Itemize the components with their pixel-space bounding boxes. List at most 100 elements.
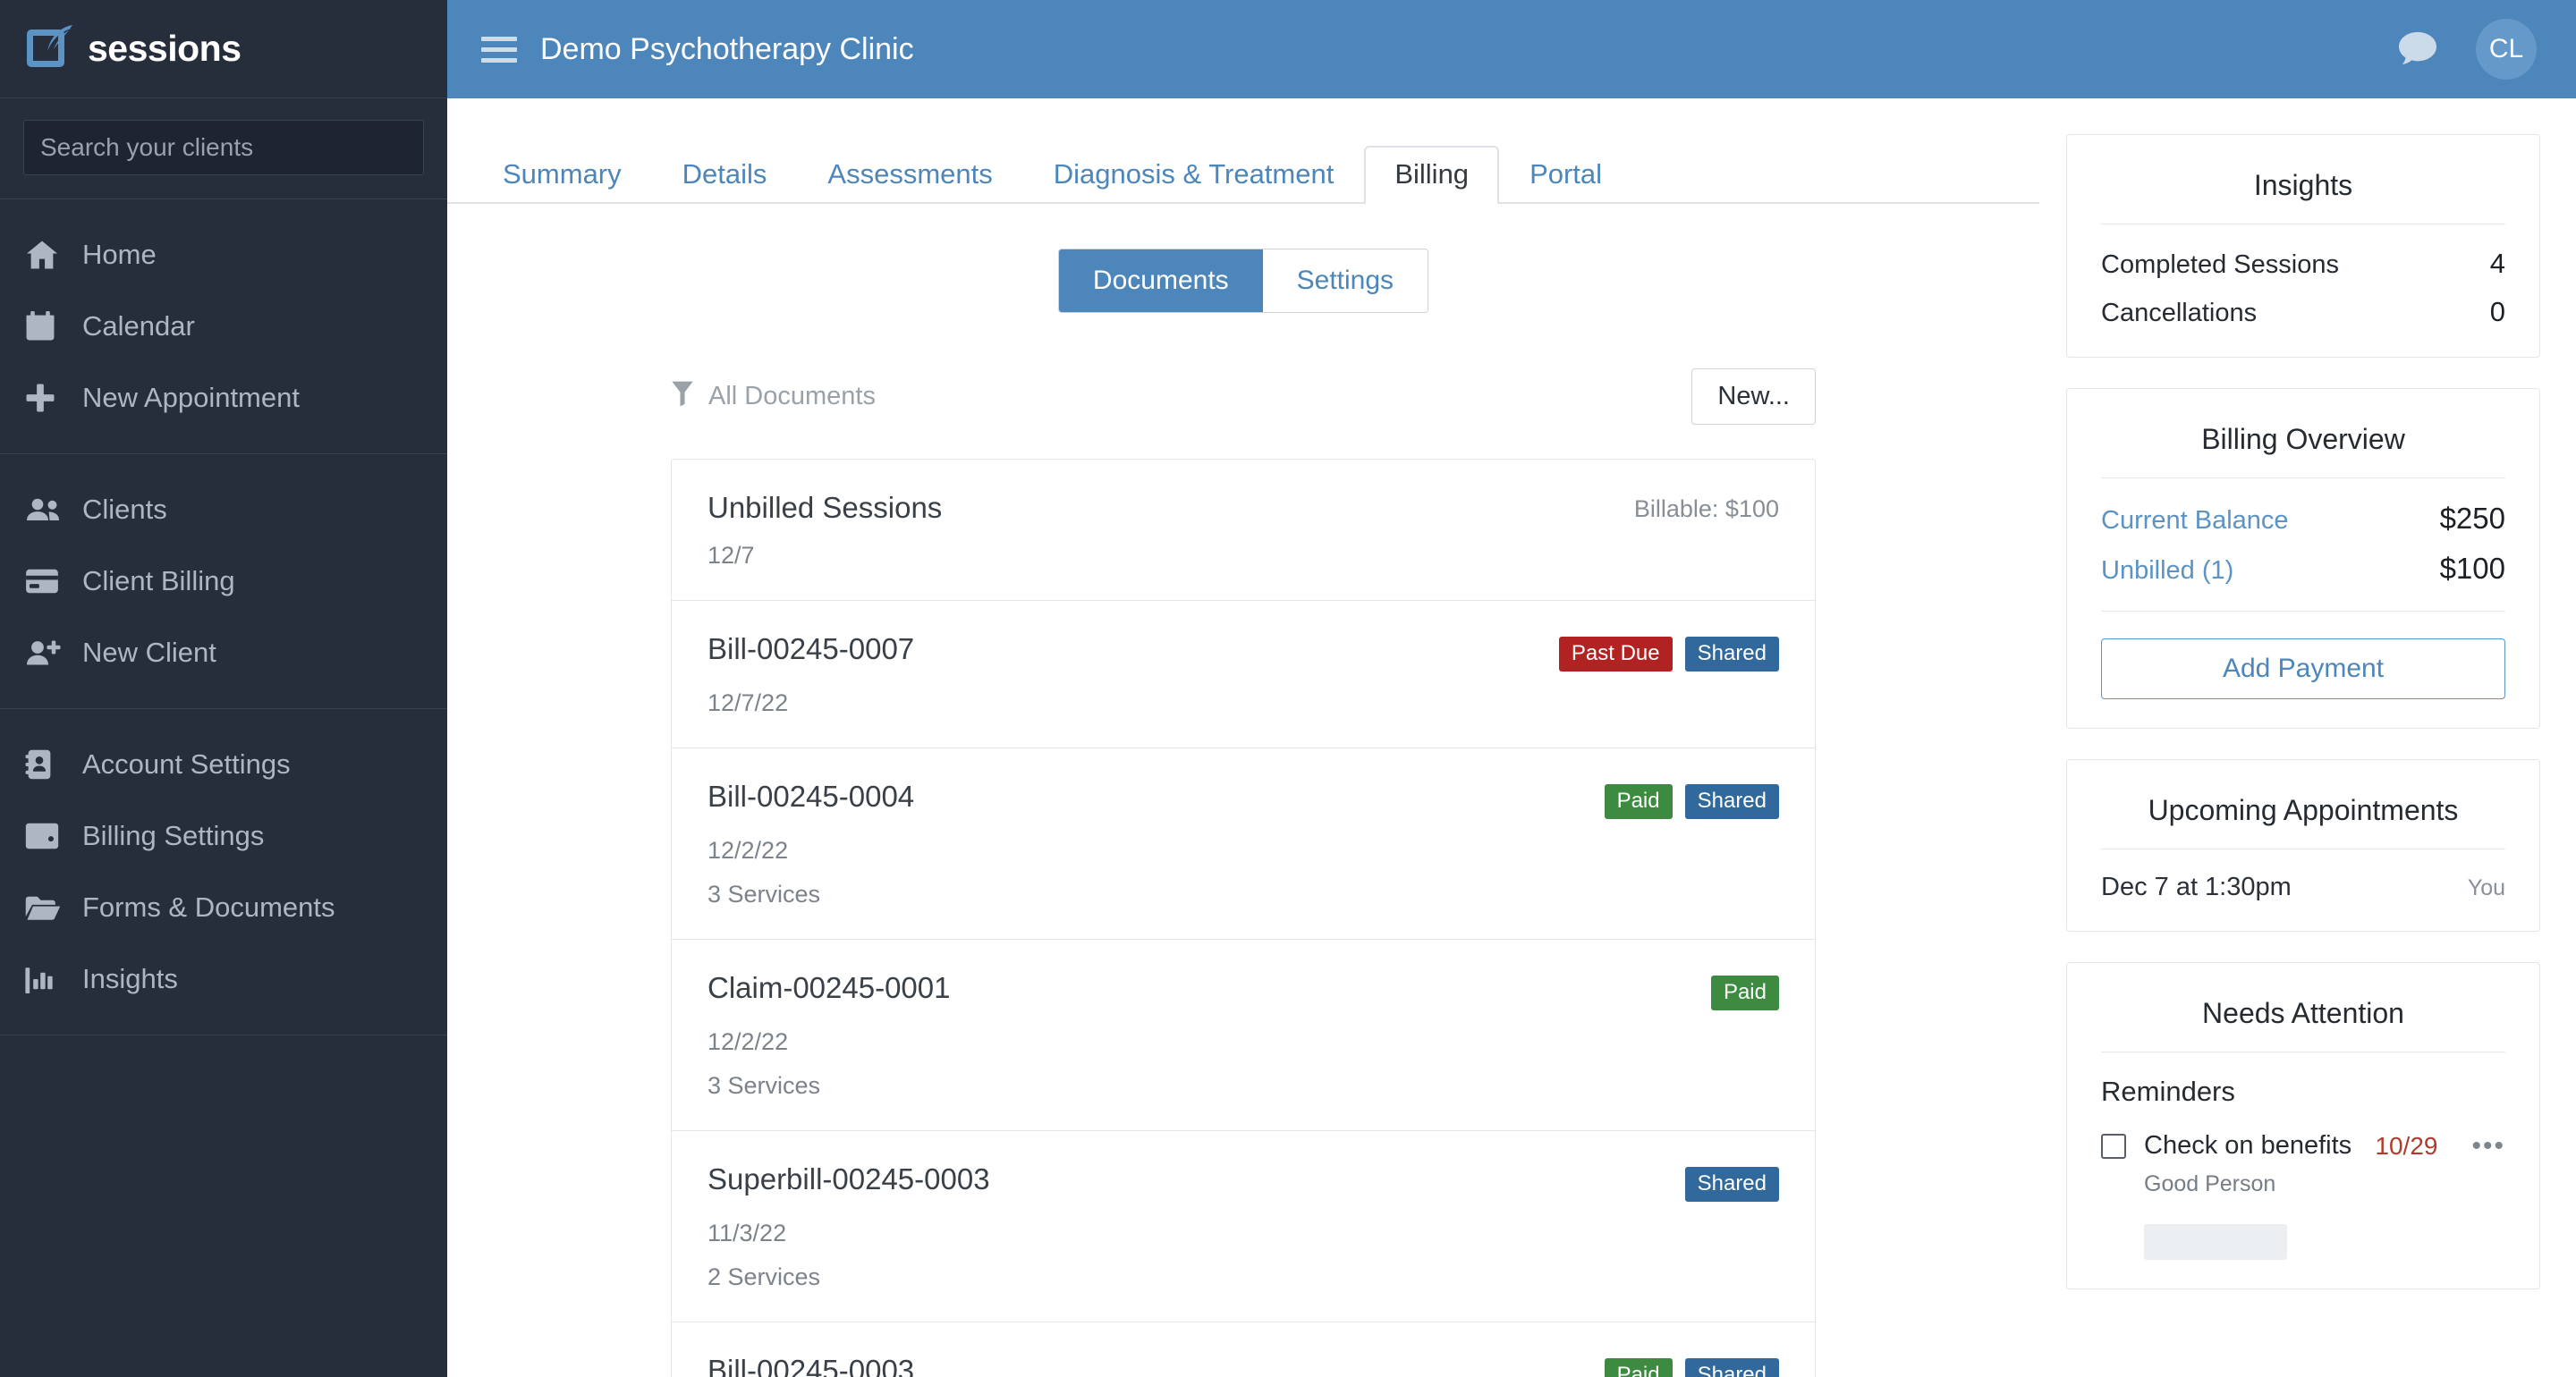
insights-value: 0 <box>2489 296 2505 327</box>
appointment-datetime: Dec 7 at 1:30pm <box>2101 873 2292 901</box>
list-item[interactable]: Dec 7 at 1:30pm You <box>2101 873 2505 902</box>
sidebar-item-clients[interactable]: Clients <box>0 474 447 545</box>
reminder-checkbox[interactable] <box>2101 1133 2126 1159</box>
brand-logo[interactable]: sessions <box>0 0 447 98</box>
chat-bubble-icon[interactable] <box>2397 30 2438 68</box>
list-item: Check on benefits 10/29 ••• <box>2101 1131 2505 1161</box>
billing-segmented-control: Documents Settings <box>671 249 1816 313</box>
document-date: 11/3/22 <box>708 1220 787 1247</box>
wallet-icon <box>25 823 63 849</box>
add-payment-button[interactable]: Add Payment <box>2101 638 2505 699</box>
segment-documents[interactable]: Documents <box>1058 249 1263 312</box>
document-date: 12/7/22 <box>708 689 789 717</box>
sidebar-item-label: Forms & Documents <box>82 891 335 923</box>
filter-label: All Documents <box>708 382 876 410</box>
document-date: 12/7 <box>708 542 755 570</box>
sidebar-item-label: Calendar <box>82 310 195 342</box>
avatar[interactable]: CL <box>2476 19 2537 80</box>
tab-summary[interactable]: Summary <box>472 146 652 204</box>
quill-glyph <box>47 24 72 51</box>
sidebar-item-label: Clients <box>82 494 167 525</box>
table-row[interactable]: Bill-00245-0004 Paid Shared 12/2/22 3 Se… <box>672 748 1815 941</box>
sidebar-item-billing-settings[interactable]: Billing Settings <box>0 800 447 872</box>
ellipsis-icon[interactable]: ••• <box>2471 1132 2505 1159</box>
sidebar-item-new-appointment[interactable]: New Appointment <box>0 362 447 434</box>
sidebar-item-label: Billing Settings <box>82 820 265 851</box>
document-title: Bill-00245-0003 <box>708 1354 915 1377</box>
filter-icon <box>671 380 694 414</box>
tab-portal[interactable]: Portal <box>1499 146 1632 204</box>
document-services: 3 Services <box>708 881 821 908</box>
table-row[interactable]: Bill-00245-0003 Paid Shared 11/3/22 4 Se… <box>672 1322 1815 1377</box>
document-date: 12/2/22 <box>708 837 789 865</box>
sidebar-item-client-billing[interactable]: Client Billing <box>0 545 447 617</box>
nav-group-settings: Account Settings Billing Settings Forms … <box>0 709 447 1035</box>
unbilled-link[interactable]: Unbilled (1) <box>2101 556 2233 586</box>
top-bar: Demo Psychotherapy Clinic CL <box>447 0 2576 98</box>
table-row[interactable]: Unbilled Sessions Billable: $100 12/7 <box>672 460 1815 602</box>
nav-group-primary: Home Calendar New Appointment <box>0 199 447 454</box>
current-balance-link[interactable]: Current Balance <box>2101 506 2289 536</box>
page-title: Demo Psychotherapy Clinic <box>540 31 914 66</box>
brand-name: sessions <box>88 28 242 69</box>
status-badge: Shared <box>1684 1358 1779 1377</box>
insights-card: Insights Completed Sessions 4 Cancellati… <box>2066 134 2540 358</box>
document-title: Claim-00245-0001 <box>708 971 951 1005</box>
tab-details[interactable]: Details <box>652 146 798 204</box>
users-icon <box>25 496 63 523</box>
sidebar-item-home[interactable]: Home <box>0 219 447 291</box>
tab-billing[interactable]: Billing <box>1364 146 1500 204</box>
search-input[interactable] <box>23 120 424 175</box>
appointment-owner: You <box>2467 875 2505 900</box>
status-badge: Shared <box>1684 784 1779 820</box>
status-badge: Shared <box>1684 1167 1779 1203</box>
sidebar-item-insights[interactable]: Insights <box>0 943 447 1015</box>
filter-row: All Documents New... <box>671 368 1816 425</box>
unbilled-value: $100 <box>2439 552 2505 585</box>
content-area: Summary Details Assessments Diagnosis & … <box>447 98 2039 1377</box>
document-title: Bill-00245-0004 <box>708 780 915 814</box>
tab-assessments[interactable]: Assessments <box>797 146 1022 204</box>
documents-filter[interactable]: All Documents <box>671 380 876 414</box>
tab-bar: Summary Details Assessments Diagnosis & … <box>447 134 2039 204</box>
tab-diagnosis-treatment[interactable]: Diagnosis & Treatment <box>1023 146 1365 204</box>
sidebar-item-calendar[interactable]: Calendar <box>0 291 447 362</box>
table-row[interactable]: Claim-00245-0001 Paid 12/2/22 3 Services <box>672 940 1815 1132</box>
sidebar-item-label: Home <box>82 239 157 270</box>
sidebar-item-label: Client Billing <box>82 565 235 596</box>
billing-row-current-balance: Current Balance $250 <box>2101 502 2505 536</box>
plus-icon <box>25 383 63 413</box>
billing-panel: Documents Settings All Documents New... <box>671 204 1816 1377</box>
sidebar-item-forms-documents[interactable]: Forms & Documents <box>0 872 447 943</box>
home-icon <box>25 240 63 270</box>
sidebar-item-label: Insights <box>82 963 178 994</box>
document-title: Unbilled Sessions <box>708 491 943 524</box>
reminder-text: Check on benefits <box>2144 1131 2352 1160</box>
upcoming-appointments-card: Upcoming Appointments Dec 7 at 1:30pm Yo… <box>2066 759 2540 932</box>
table-row[interactable]: Superbill-00245-0003 Shared 11/3/22 2 Se… <box>672 1131 1815 1323</box>
new-document-button[interactable]: New... <box>1691 368 1816 425</box>
sidebar-item-label: New Appointment <box>82 382 300 413</box>
reminder-subtext: Good Person <box>2144 1171 2276 1196</box>
segment-settings[interactable]: Settings <box>1262 249 1428 312</box>
nav-group-clients: Clients Client Billing New Client <box>0 454 447 709</box>
sidebar: sessions Home Calendar Ne <box>0 0 447 1377</box>
insights-row-cancellations: Cancellations 0 <box>2101 296 2505 328</box>
credit-card-icon <box>25 569 63 594</box>
billing-overview-title: Billing Overview <box>2201 423 2405 455</box>
calendar-icon <box>25 311 63 342</box>
bar-chart-icon <box>25 965 63 993</box>
sidebar-item-account-settings[interactable]: Account Settings <box>0 729 447 800</box>
sidebar-item-new-client[interactable]: New Client <box>0 617 447 688</box>
insights-label: Completed Sessions <box>2101 250 2339 279</box>
sidebar-item-label: Account Settings <box>82 748 291 780</box>
table-row[interactable]: Bill-00245-0007 Past Due Shared 12/7/22 <box>672 601 1815 749</box>
user-plus-icon <box>25 639 63 666</box>
document-services: 3 Services <box>708 1072 821 1100</box>
document-title: Superbill-00245-0003 <box>708 1162 990 1196</box>
app-root: sessions Home Calendar Ne <box>0 0 2576 1377</box>
folder-open-icon <box>25 894 63 921</box>
hamburger-icon[interactable] <box>481 36 517 63</box>
reminder-action-placeholder[interactable] <box>2144 1224 2287 1260</box>
reminder-due-date: 10/29 <box>2375 1131 2438 1160</box>
